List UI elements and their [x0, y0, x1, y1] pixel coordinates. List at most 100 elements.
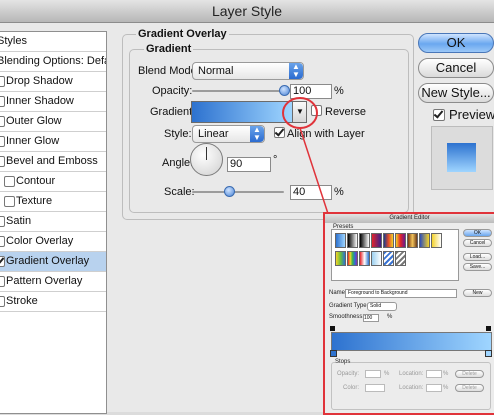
ge-save-button[interactable]: Save...	[463, 263, 492, 271]
sidebar-item-label: Inner Shadow	[6, 95, 74, 107]
blend-mode-select[interactable]: Normal ▲ ▼	[192, 62, 304, 80]
preset-red-blue[interactable]	[359, 251, 370, 266]
preset-stripes-gray[interactable]	[395, 251, 406, 266]
opacity-slider-track[interactable]	[192, 90, 284, 92]
ge-delete-opacity-button[interactable]: Delete	[455, 370, 484, 378]
sidebar-item-blending-options-default[interactable]: Blending Options: Default	[0, 52, 106, 72]
sidebar-checkbox[interactable]	[0, 116, 5, 127]
preset-light-blue[interactable]	[371, 251, 382, 266]
sidebar-item-label: Blending Options: Default	[0, 55, 106, 67]
sidebar-checkbox[interactable]	[0, 296, 5, 307]
gradient-preview-swatch[interactable]	[191, 101, 293, 123]
preset-copper[interactable]	[407, 233, 418, 248]
style-label: Style:	[164, 128, 192, 140]
sidebar-item-pattern-overlay[interactable]: Pattern Overlay	[0, 272, 106, 292]
sidebar-checkbox[interactable]	[0, 96, 5, 107]
ge-gradient-type-select[interactable]: Solid	[367, 302, 397, 311]
opacity-stop-left-icon[interactable]	[330, 326, 335, 331]
sidebar-item-label: Contour	[16, 175, 56, 187]
sidebar-item-bevel-and-emboss[interactable]: Bevel and Emboss	[0, 152, 106, 172]
opacity-input[interactable]: 100	[290, 84, 332, 99]
gradient-label: Gradient:	[150, 106, 196, 118]
ge-cancel-button[interactable]: Cancel	[463, 239, 492, 247]
angle-input[interactable]: 90	[227, 157, 271, 172]
sidebar-checkbox[interactable]	[0, 76, 5, 87]
preset-yellow[interactable]	[431, 233, 442, 248]
ge-name-input[interactable]: Foreground to Background	[345, 289, 457, 298]
ge-stop-color-location-input[interactable]	[426, 384, 442, 392]
preset-fg-bg[interactable]	[335, 233, 346, 248]
ge-stop-opacity-unit: %	[384, 371, 390, 377]
sidebar-item-styles[interactable]: Styles	[0, 32, 106, 52]
preset-blue-red-yellow[interactable]	[383, 233, 394, 248]
preset-black-white[interactable]	[347, 233, 358, 248]
reverse-checkbox[interactable]	[311, 105, 322, 116]
ge-stop-opacity-input[interactable]	[365, 370, 381, 378]
style-select[interactable]: Linear ▲ ▼	[192, 125, 265, 143]
color-stop-left-icon[interactable]	[330, 350, 337, 357]
sidebar-checkbox[interactable]	[4, 196, 15, 207]
ge-stops-label: Stops	[335, 359, 351, 365]
gradient-editor-inset: Gradient Editor Presets OK Cancel Load..…	[323, 212, 494, 415]
sidebar-item-inner-glow[interactable]: Inner Glow	[0, 132, 106, 152]
ge-load-button[interactable]: Load...	[463, 253, 492, 261]
preset-violet[interactable]	[371, 233, 382, 248]
sidebar-item-drop-shadow[interactable]: Drop Shadow	[0, 72, 106, 92]
align-with-layer-label: Align with Layer	[287, 128, 365, 140]
opacity-stop-right-icon[interactable]	[486, 326, 491, 331]
sidebar-item-gradient-overlay[interactable]: Gradient Overlay	[0, 252, 106, 272]
opacity-slider-thumb[interactable]	[279, 85, 290, 96]
preset-orange[interactable]	[395, 233, 406, 248]
sidebar-checkbox[interactable]	[0, 216, 5, 227]
sidebar-checkbox[interactable]	[0, 136, 5, 147]
sidebar-checkbox[interactable]	[0, 276, 5, 287]
preset-blue-yellow[interactable]	[419, 233, 430, 248]
angle-dial[interactable]	[190, 143, 223, 176]
sidebar-item-label: Stroke	[6, 295, 38, 307]
ge-ok-button[interactable]: OK	[463, 229, 492, 237]
preview-checkbox[interactable]	[433, 109, 445, 121]
sidebar-checkbox[interactable]	[4, 176, 15, 187]
gradient-picker-button[interactable]: ▼	[292, 101, 307, 123]
ge-stop-color-swatch[interactable]	[365, 384, 385, 392]
sidebar-item-color-overlay[interactable]: Color Overlay	[0, 232, 106, 252]
ge-gradient-bar[interactable]	[331, 332, 492, 351]
sidebar-item-satin[interactable]: Satin	[0, 212, 106, 232]
sidebar-item-label: Inner Glow	[6, 135, 60, 147]
ge-smoothness-unit: %	[387, 314, 393, 320]
sidebar-item-contour[interactable]: Contour	[0, 172, 106, 192]
preset-stripes-blue[interactable]	[383, 251, 394, 266]
sidebar-checkbox[interactable]	[0, 156, 5, 167]
ge-delete-color-button[interactable]: Delete	[455, 384, 484, 392]
select-arrows-icon: ▲ ▼	[289, 63, 303, 79]
cancel-button[interactable]: Cancel	[418, 58, 494, 78]
sidebar-item-label: Outer Glow	[6, 115, 62, 127]
scale-slider-thumb[interactable]	[223, 186, 235, 197]
ge-stop-location-input[interactable]	[426, 370, 442, 378]
sidebar-checkbox[interactable]	[0, 256, 5, 267]
scale-slider-track[interactable]	[192, 191, 284, 193]
opacity-label: Opacity:	[152, 85, 193, 97]
sidebar-item-outer-glow[interactable]: Outer Glow	[0, 112, 106, 132]
select-arrows-icon: ▲ ▼	[250, 126, 264, 142]
preset-spectrum[interactable]	[347, 251, 358, 266]
opacity-unit: %	[334, 85, 344, 97]
ok-button[interactable]: OK	[418, 33, 494, 53]
title-bar: Layer Style	[0, 0, 494, 23]
preset-spectrum-a[interactable]	[335, 251, 346, 266]
align-with-layer-checkbox[interactable]	[274, 127, 285, 138]
new-style-button[interactable]: New Style...	[418, 83, 494, 103]
ge-smoothness-input[interactable]: 100	[363, 314, 379, 322]
sidebar-item-texture[interactable]: Texture	[0, 192, 106, 212]
scale-unit: %	[334, 186, 344, 198]
angle-dial-needle	[206, 147, 207, 160]
color-stop-right-icon[interactable]	[485, 350, 492, 357]
sidebar-checkbox[interactable]	[0, 236, 5, 247]
sidebar-item-stroke[interactable]: Stroke	[0, 292, 106, 312]
sidebar-item-inner-shadow[interactable]: Inner Shadow	[0, 92, 106, 112]
preset-transparent[interactable]	[359, 233, 370, 248]
window-title: Layer Style	[211, 3, 283, 19]
sidebar-item-label: Color Overlay	[6, 235, 74, 247]
ge-new-button[interactable]: New	[463, 289, 492, 297]
scale-input[interactable]: 40	[290, 185, 332, 200]
